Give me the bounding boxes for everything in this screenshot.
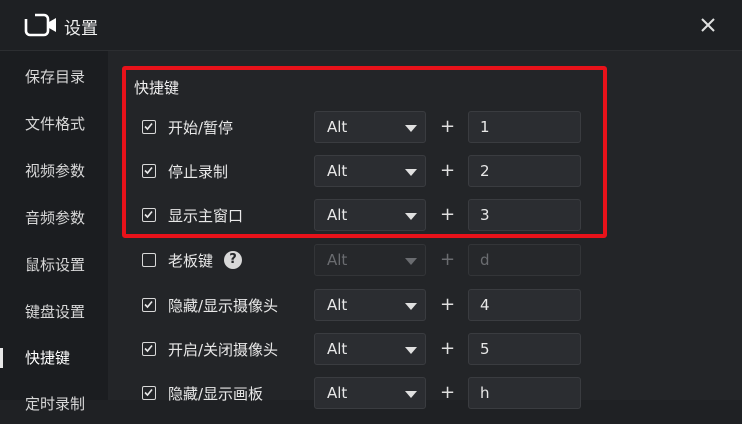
modifier-value: Alt — [327, 206, 348, 224]
checkbox[interactable] — [142, 208, 156, 222]
check-icon — [144, 166, 153, 175]
sidebar-item-audio-params[interactable]: 音频参数 — [0, 198, 108, 238]
hotkey-row-toggle-camera: 隐藏/显示摄像头 Alt + 4 — [108, 289, 742, 323]
plus-sign: + — [440, 294, 456, 315]
title-bar: 设置 — [0, 0, 742, 51]
check-icon — [144, 344, 153, 353]
key-value: 4 — [480, 296, 490, 314]
sidebar-item-label: 快捷键 — [25, 349, 71, 367]
checkbox[interactable] — [142, 120, 156, 134]
sidebar-item-save-dir[interactable]: 保存目录 — [0, 57, 108, 97]
checkbox[interactable] — [142, 298, 156, 312]
chevron-down-icon — [405, 258, 417, 265]
chevron-down-icon — [405, 213, 417, 220]
key-value: 3 — [480, 206, 490, 224]
chevron-down-icon — [405, 391, 417, 398]
key-input[interactable]: 1 — [468, 111, 581, 143]
video-camera-icon — [24, 12, 56, 37]
modifier-select[interactable]: Alt — [314, 199, 426, 231]
modifier-value: Alt — [327, 118, 348, 136]
check-icon — [144, 300, 153, 309]
modifier-value: Alt — [327, 340, 348, 358]
key-value: 1 — [480, 118, 490, 136]
hotkey-row-boss-key: 老板键 ? Alt + d — [108, 244, 742, 278]
key-value: h — [480, 384, 490, 402]
modifier-select[interactable]: Alt — [314, 289, 426, 321]
settings-panel: 快捷键 开始/暂停 Alt + 1 停止录制 Alt + 2 显示主窗口 Alt… — [108, 51, 742, 409]
checkbox[interactable] — [142, 386, 156, 400]
checkbox[interactable] — [142, 342, 156, 356]
chevron-down-icon — [405, 125, 417, 132]
key-input[interactable]: 3 — [468, 199, 581, 231]
hotkey-row-toggle-drawing-board: 隐藏/显示画板 Alt + h — [108, 377, 742, 411]
hotkey-row-stop-recording: 停止录制 Alt + 2 — [108, 155, 742, 189]
plus-sign: + — [440, 249, 456, 270]
section-title: 快捷键 — [134, 79, 180, 97]
key-input[interactable]: 2 — [468, 155, 581, 187]
checkbox[interactable] — [142, 164, 156, 178]
hotkey-row-open-close-camera: 开启/关闭摄像头 Alt + 5 — [108, 333, 742, 367]
sidebar-item-video-params[interactable]: 视频参数 — [0, 151, 108, 191]
chevron-down-icon — [405, 347, 417, 354]
close-icon[interactable] — [694, 11, 722, 39]
chevron-down-icon — [405, 169, 417, 176]
key-value: 5 — [480, 340, 490, 358]
key-input[interactable]: h — [468, 377, 581, 409]
row-label: 老板键 — [168, 252, 214, 270]
plus-sign: + — [440, 160, 456, 181]
row-label: 隐藏/显示画板 — [168, 385, 264, 403]
check-icon — [144, 388, 153, 397]
sidebar-item-file-format[interactable]: 文件格式 — [0, 104, 108, 144]
key-input[interactable]: d — [468, 244, 581, 276]
modifier-select[interactable]: Alt — [314, 155, 426, 187]
sidebar-item-label: 视频参数 — [25, 162, 86, 180]
sidebar-item-label: 键盘设置 — [25, 303, 86, 321]
checkbox[interactable] — [142, 253, 156, 267]
key-value: 2 — [480, 162, 490, 180]
help-icon[interactable]: ? — [224, 251, 242, 269]
modifier-value: Alt — [327, 251, 348, 269]
hotkey-row-show-main-window: 显示主窗口 Alt + 3 — [108, 199, 742, 233]
modifier-select[interactable]: Alt — [314, 333, 426, 365]
plus-sign: + — [440, 338, 456, 359]
sidebar-item-label: 定时录制 — [25, 395, 86, 413]
sidebar-item-hotkeys[interactable]: 快捷键 — [0, 338, 108, 378]
sidebar-item-label: 音频参数 — [25, 209, 86, 227]
sidebar: 保存目录 文件格式 视频参数 音频参数 鼠标设置 键盘设置 快捷键 定时录制 — [0, 51, 108, 413]
modifier-select[interactable]: Alt — [314, 244, 426, 276]
sidebar-item-keyboard-settings[interactable]: 键盘设置 — [0, 292, 108, 332]
modifier-select[interactable]: Alt — [314, 377, 426, 409]
sidebar-item-label: 文件格式 — [25, 115, 86, 133]
check-icon — [144, 210, 153, 219]
sidebar-item-scheduled-recording[interactable]: 定时录制 — [0, 384, 108, 424]
row-label: 显示主窗口 — [168, 207, 244, 225]
row-label: 开始/暂停 — [168, 119, 234, 137]
modifier-value: Alt — [327, 296, 348, 314]
plus-sign: + — [440, 116, 456, 137]
key-input[interactable]: 4 — [468, 289, 581, 321]
row-label: 隐藏/显示摄像头 — [168, 297, 279, 315]
active-indicator — [0, 348, 3, 368]
hotkey-row-start-pause: 开始/暂停 Alt + 1 — [108, 111, 742, 145]
key-input[interactable]: 5 — [468, 333, 581, 365]
chevron-down-icon — [405, 303, 417, 310]
modifier-select[interactable]: Alt — [314, 111, 426, 143]
key-value: d — [480, 251, 490, 269]
sidebar-item-label: 鼠标设置 — [25, 256, 86, 274]
window-title: 设置 — [64, 19, 98, 39]
row-label: 停止录制 — [168, 163, 229, 181]
modifier-value: Alt — [327, 162, 348, 180]
row-label: 开启/关闭摄像头 — [168, 341, 279, 359]
check-icon — [144, 122, 153, 131]
sidebar-item-label: 保存目录 — [25, 68, 86, 86]
modifier-value: Alt — [327, 384, 348, 402]
plus-sign: + — [440, 204, 456, 225]
sidebar-item-mouse-settings[interactable]: 鼠标设置 — [0, 245, 108, 285]
